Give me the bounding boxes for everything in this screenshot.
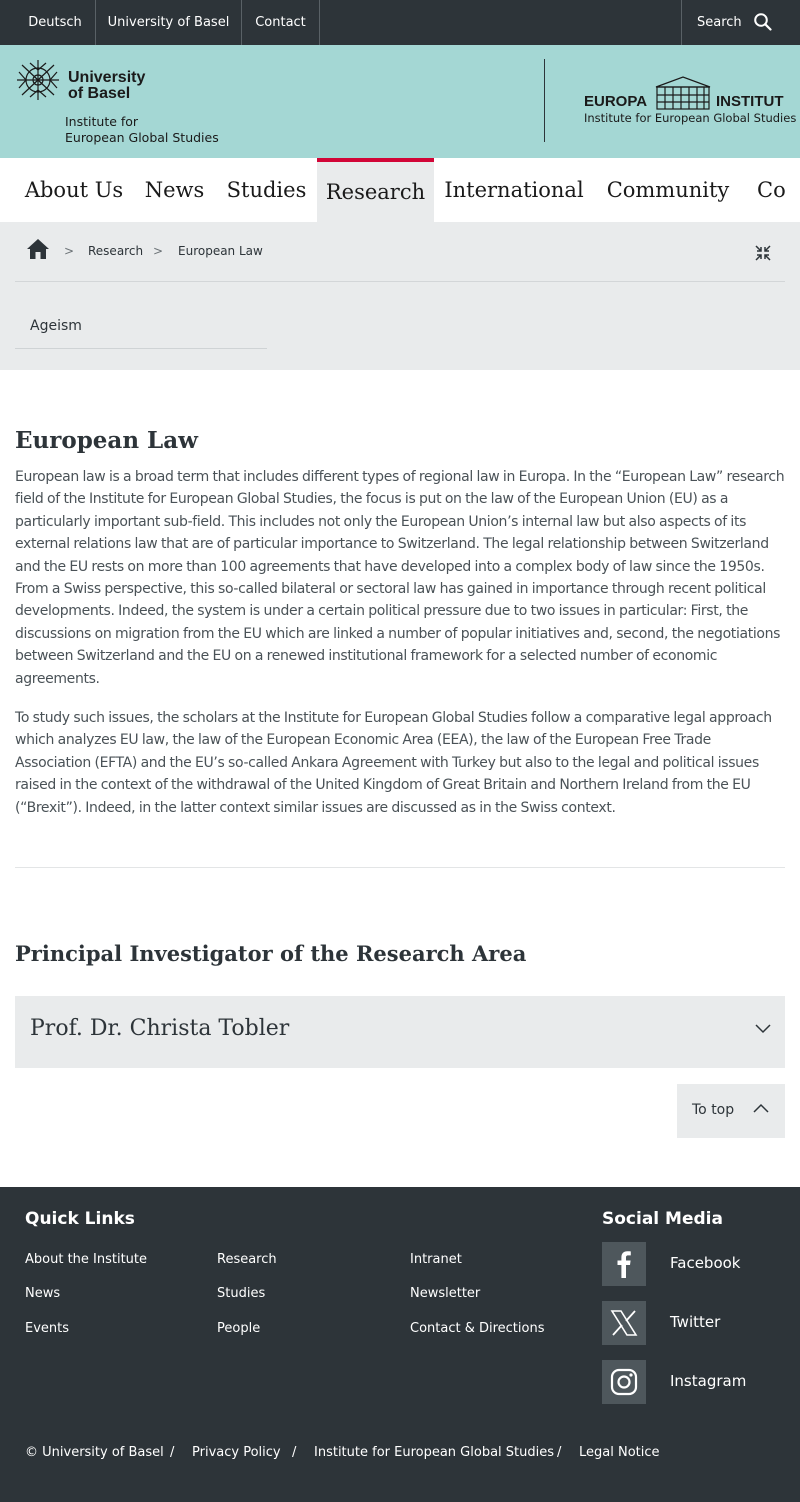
main-navigation: About Us News Studies Research Internati… [0, 158, 800, 222]
footer-link-about-institute[interactable]: About the Institute [25, 1252, 147, 1267]
university-name[interactable]: University of Basel [68, 70, 145, 102]
university-logo-icon[interactable] [15, 58, 61, 102]
investigator-accordion[interactable]: Prof. Dr. Christa Tobler [15, 996, 785, 1068]
nav-research[interactable]: Research [317, 158, 434, 222]
footer-link-intranet[interactable]: Intranet [410, 1252, 462, 1267]
search-icon [754, 13, 772, 31]
footer-link-contact-directions[interactable]: Contact & Directions [410, 1321, 544, 1336]
facebook-icon [617, 1251, 631, 1278]
body-paragraph: European law is a broad term that includ… [15, 469, 785, 687]
building-icon [655, 76, 711, 110]
subnav-underline [15, 348, 267, 349]
facebook-button[interactable] [602, 1242, 646, 1286]
language-link-deutsch[interactable]: Deutsch [15, 0, 96, 45]
facebook-link[interactable]: Facebook [670, 1254, 740, 1272]
search-button[interactable]: Search [681, 0, 800, 45]
quick-links-title: Quick Links [25, 1209, 135, 1229]
investigator-name: Prof. Dr. Christa Tobler [30, 1016, 290, 1041]
breadcrumb-area: > Research > European Law Ageism [0, 222, 800, 370]
x-twitter-icon [610, 1310, 638, 1336]
body-paragraph: To study such issues, the scholars at th… [15, 710, 772, 816]
content-divider [15, 867, 785, 868]
site-header: University of Basel Institute for Europe… [0, 45, 800, 158]
nav-contact-truncated[interactable]: Co [742, 158, 800, 222]
subnav-item-ageism[interactable]: Ageism [30, 318, 82, 334]
nav-international[interactable]: International [434, 158, 594, 222]
search-label: Search [697, 15, 742, 30]
collapse-icon[interactable] [754, 244, 772, 262]
nav-news[interactable]: News [133, 158, 216, 222]
contact-link[interactable]: Contact [242, 0, 320, 45]
instagram-button[interactable] [602, 1360, 646, 1404]
social-media-title: Social Media [602, 1209, 723, 1229]
legal-separator: / [557, 1445, 562, 1460]
site-footer: Quick Links About the Institute Research… [0, 1187, 800, 1502]
legal-notice-link[interactable]: Legal Notice [579, 1445, 660, 1460]
copyright-link[interactable]: © University of Basel [25, 1445, 164, 1460]
europa-wordmark: EUROPA [584, 93, 648, 110]
instagram-link[interactable]: Instagram [670, 1372, 746, 1390]
university-link[interactable]: University of Basel [96, 0, 242, 45]
nav-community[interactable]: Community [594, 158, 742, 222]
institute-name[interactable]: Institute for European Global Studies [65, 114, 219, 146]
to-top-button[interactable]: To top [677, 1084, 785, 1138]
instagram-icon [610, 1368, 638, 1396]
institute-legal-link[interactable]: Institute for European Global Studies [314, 1445, 554, 1460]
europa-institute-subtitle: Institute for European Global Studies [584, 111, 797, 125]
page-title: European Law [15, 427, 198, 454]
breadcrumb-european-law: European Law [178, 244, 263, 258]
chevron-down-icon [755, 1024, 771, 1034]
nav-studies[interactable]: Studies [216, 158, 317, 222]
footer-link-studies[interactable]: Studies [217, 1286, 265, 1301]
breadcrumb-divider [15, 281, 785, 282]
chevron-up-icon [753, 1103, 769, 1113]
footer-link-people[interactable]: People [217, 1321, 260, 1336]
twitter-link[interactable]: Twitter [670, 1313, 720, 1331]
breadcrumb-separator: > [153, 244, 164, 258]
home-icon[interactable] [26, 238, 50, 260]
header-divider [544, 59, 545, 142]
breadcrumb-separator: > [64, 244, 75, 258]
nav-about-us[interactable]: About Us [15, 158, 133, 222]
legal-separator: / [292, 1445, 297, 1460]
footer-link-newsletter[interactable]: Newsletter [410, 1286, 480, 1301]
investigator-section-title: Principal Investigator of the Research A… [15, 941, 527, 966]
utility-bar: Deutsch University of Basel Contact Sear… [0, 0, 800, 45]
breadcrumb-research[interactable]: Research [88, 244, 143, 258]
footer-link-news[interactable]: News [25, 1286, 60, 1301]
institut-wordmark: INSTITUT [716, 93, 784, 110]
legal-separator: / [170, 1445, 175, 1460]
privacy-policy-link[interactable]: Privacy Policy [192, 1445, 281, 1460]
footer-link-research[interactable]: Research [217, 1252, 277, 1267]
footer-link-events[interactable]: Events [25, 1321, 69, 1336]
to-top-label: To top [692, 1102, 735, 1118]
twitter-button[interactable] [602, 1301, 646, 1345]
